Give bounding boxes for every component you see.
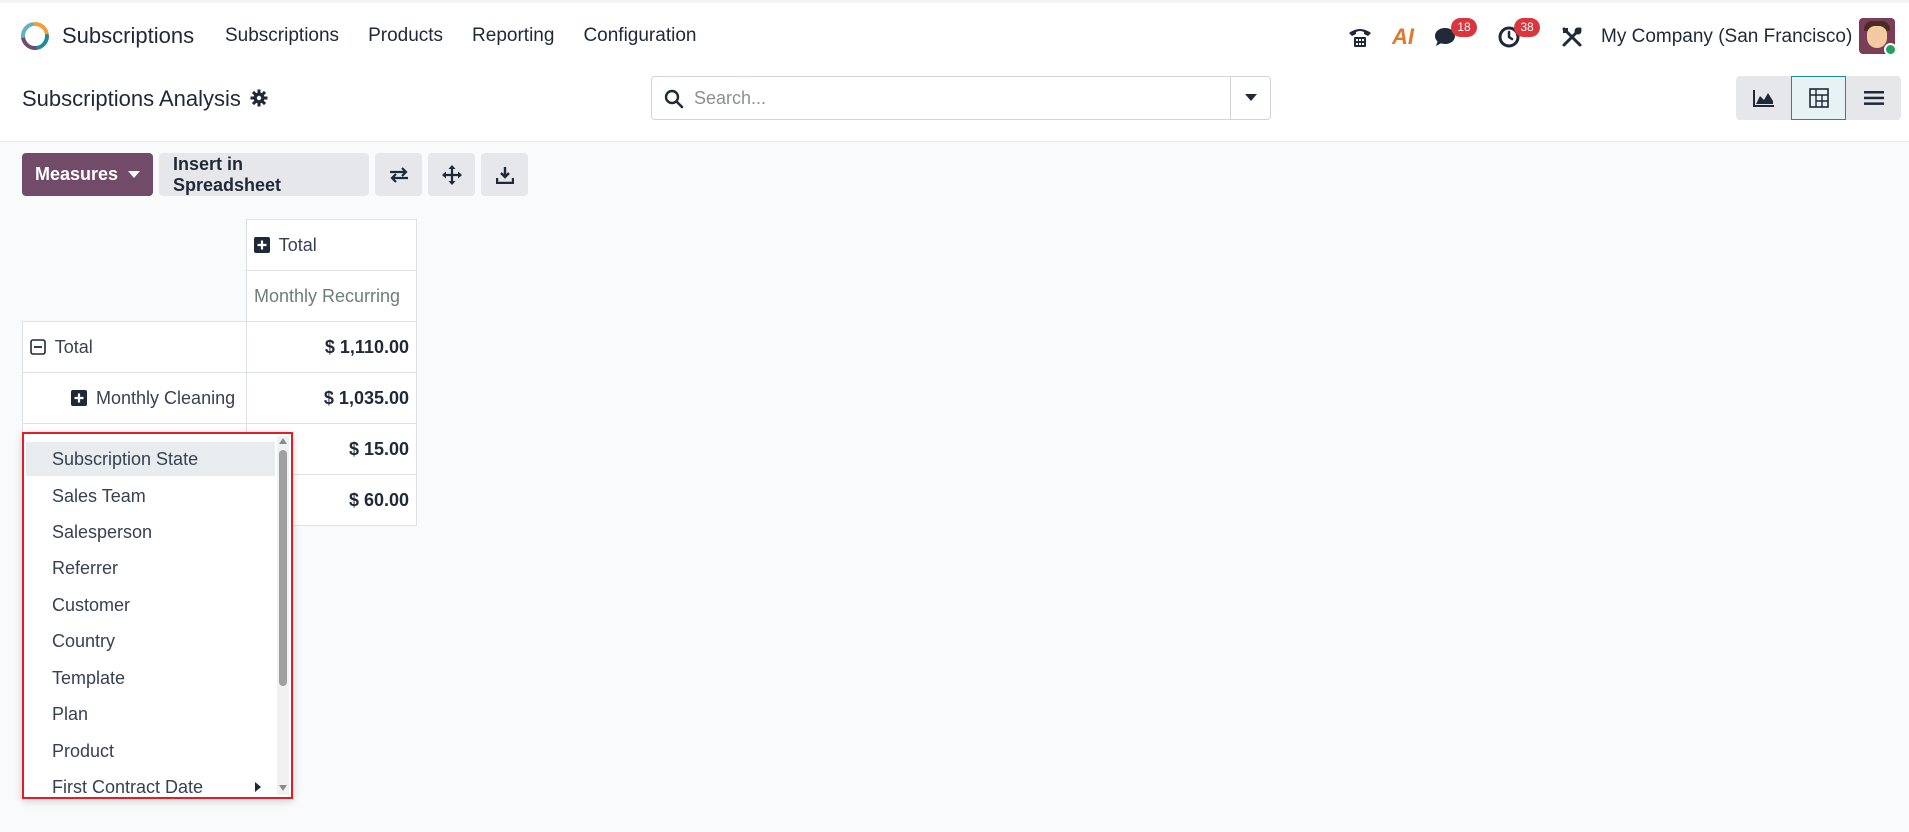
activities-badge: 38 <box>1514 18 1540 37</box>
download-icon <box>495 166 514 184</box>
groupby-option-subscription-state[interactable]: Subscription State <box>26 442 275 476</box>
table-row: Monthly Cleaning $ 1,035.00 <box>22 372 417 424</box>
pivot-toolbar: Measures Insert in Spreadsheet <box>22 153 528 196</box>
pivot-table-icon <box>1808 88 1829 108</box>
company-switcher[interactable]: My Company (San Francisco) <box>1601 26 1852 48</box>
area-chart-icon <box>1752 90 1774 107</box>
list-view-button[interactable] <box>1846 76 1901 120</box>
groupby-dropdown: Subscription State Sales Team Salesperso… <box>22 432 293 799</box>
groupby-option-country[interactable]: Country <box>26 624 275 658</box>
menu-products[interactable]: Products <box>368 25 443 47</box>
measures-button[interactable]: Measures <box>22 153 153 196</box>
app-name[interactable]: Subscriptions <box>62 23 194 49</box>
plus-square-icon <box>254 236 270 253</box>
main-menu: Subscriptions Products Reporting Configu… <box>225 25 725 47</box>
groupby-option-customer[interactable]: Customer <box>26 588 275 622</box>
search-box <box>651 76 1271 120</box>
row-header-total[interactable]: Total <box>22 321 247 373</box>
page-title: Subscriptions Analysis <box>22 86 241 111</box>
search-input[interactable] <box>694 77 1214 119</box>
menu-reporting[interactable]: Reporting <box>472 25 554 47</box>
tools-icon[interactable] <box>1558 23 1586 51</box>
measure-header[interactable]: Monthly Recurring <box>246 270 417 322</box>
column-header-label: Total <box>278 234 317 255</box>
table-row: Total $ 1,110.00 <box>22 321 417 373</box>
groupby-option-referrer[interactable]: Referrer <box>26 551 275 585</box>
exchange-icon <box>389 166 408 183</box>
caret-right-icon <box>255 782 261 792</box>
groupby-option-plan[interactable]: Plan <box>26 697 275 731</box>
measures-label: Measures <box>34 164 119 184</box>
row-header-monthly-cleaning[interactable]: Monthly Cleaning <box>22 372 247 424</box>
scroll-down-icon[interactable] <box>279 785 287 791</box>
view-switcher <box>1736 76 1901 120</box>
plus-square-icon <box>71 389 87 406</box>
groupby-option-first-contract-date[interactable]: First Contract Date <box>26 770 275 797</box>
column-header-total[interactable]: Total <box>246 219 417 271</box>
list-icon <box>1863 91 1884 105</box>
menu-configuration[interactable]: Configuration <box>583 25 696 47</box>
menu-subscriptions[interactable]: Subscriptions <box>225 25 339 47</box>
top-navbar: Subscriptions Subscriptions Products Rep… <box>0 0 1909 68</box>
subscriptions-app-logo-icon[interactable] <box>20 21 50 51</box>
caret-down-icon <box>1244 94 1257 101</box>
groupby-option-sales-team[interactable]: Sales Team <box>26 479 275 513</box>
pivot-cell[interactable]: $ 1,110.00 <box>246 321 417 373</box>
groupby-option-product[interactable]: Product <box>26 734 275 768</box>
control-panel: Subscriptions Analysis <box>0 68 1909 142</box>
scroll-up-icon[interactable] <box>279 438 287 444</box>
pivot-cell[interactable]: $ 1,035.00 <box>246 372 417 424</box>
insert-in-spreadsheet-button[interactable]: Insert in Spreadsheet <box>159 153 369 196</box>
groupby-option-salesperson[interactable]: Salesperson <box>26 515 275 549</box>
search-options-toggle[interactable] <box>1230 77 1270 119</box>
user-avatar[interactable] <box>1859 18 1895 54</box>
scroll-thumb[interactable] <box>279 450 287 686</box>
row-header-label: Monthly Cleaning <box>96 387 236 408</box>
phone-icon[interactable] <box>1346 23 1374 51</box>
flip-axis-button[interactable] <box>375 153 422 196</box>
row-header-label: Total <box>54 336 93 357</box>
messages-badge: 18 <box>1451 18 1477 37</box>
expand-all-button[interactable] <box>428 153 475 196</box>
minus-square-icon <box>30 338 46 355</box>
search-icon <box>664 89 684 109</box>
gear-icon[interactable] <box>250 89 268 107</box>
ai-icon[interactable]: AI <box>1389 23 1417 51</box>
online-status-icon <box>1884 43 1895 54</box>
groupby-option-label: First Contract Date <box>52 777 204 797</box>
ai-label: AI <box>1392 24 1414 49</box>
arrows-icon <box>441 164 462 185</box>
dropdown-scrollbar[interactable] <box>277 436 289 795</box>
pivot-view-button[interactable] <box>1791 76 1846 120</box>
graph-view-button[interactable] <box>1736 76 1791 120</box>
caret-down-icon <box>128 171 141 178</box>
groupby-option-template[interactable]: Template <box>26 661 275 695</box>
download-button[interactable] <box>481 153 528 196</box>
